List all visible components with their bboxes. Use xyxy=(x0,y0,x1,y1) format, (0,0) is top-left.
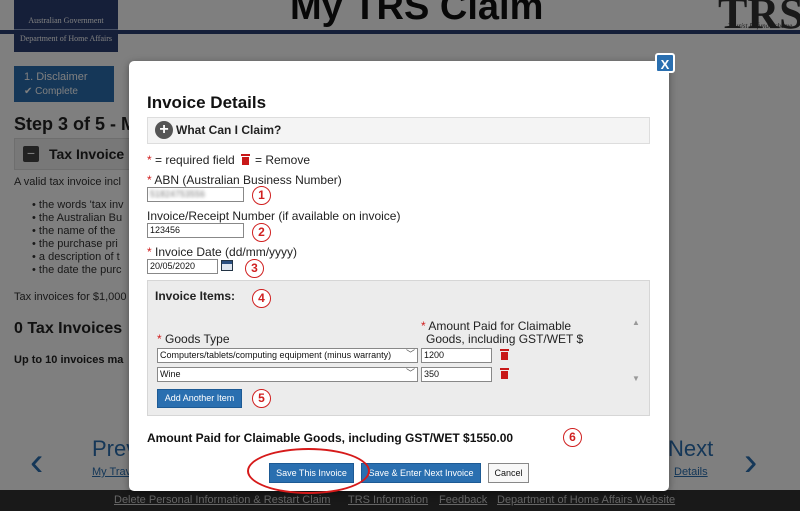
modal-title: Invoice Details xyxy=(147,93,267,112)
invoice-items-heading: Invoice Items: xyxy=(155,289,236,303)
amount-label-line2: Goods, including GST/WET $ xyxy=(426,332,584,346)
trash-icon xyxy=(241,154,250,165)
highlight-ellipse xyxy=(247,448,370,494)
scroll-down-icon[interactable]: ▼ xyxy=(632,374,640,383)
abn-input[interactable]: 51824753556 xyxy=(147,187,244,202)
invoice-date-label: * Invoice Date (dd/mm/yyyy) xyxy=(147,245,298,259)
close-button[interactable]: X xyxy=(655,53,675,73)
chevron-down-icon: ﹀ xyxy=(405,368,415,378)
annotation-3: 3 xyxy=(245,259,264,278)
add-another-item-button[interactable]: Add Another Item xyxy=(157,389,242,408)
remove-item-1-icon[interactable] xyxy=(500,349,509,360)
amount-input-2[interactable]: 350 xyxy=(421,367,492,382)
annotation-1: 1 xyxy=(252,186,271,205)
invoice-number-label: Invoice/Receipt Number (if available on … xyxy=(147,209,401,223)
invoice-date-input[interactable]: 20/05/2020 xyxy=(147,259,218,274)
abn-label: * ABN (Australian Business Number) xyxy=(147,173,342,187)
save-enter-next-button[interactable]: Save & Enter Next Invoice xyxy=(361,463,481,483)
legend: * = required field xyxy=(147,153,235,167)
scroll-up-icon[interactable]: ▲ xyxy=(632,318,640,327)
annotation-2: 2 xyxy=(252,223,271,242)
legend-remove: = Remove xyxy=(255,153,311,167)
what-can-i-claim-label[interactable]: What Can I Claim? xyxy=(176,123,281,137)
remove-item-2-icon[interactable] xyxy=(500,368,509,379)
expand-plus-icon[interactable]: + xyxy=(155,121,173,139)
goods-type-select-2[interactable]: Wine ﹀ xyxy=(157,367,418,382)
amount-label: * Amount Paid for Claimable xyxy=(421,319,572,333)
total-amount: Amount Paid for Claimable Goods, includi… xyxy=(147,431,514,445)
goods-type-select-1[interactable]: Computers/tablets/computing equipment (m… xyxy=(157,348,418,363)
chevron-down-icon: ﹀ xyxy=(405,349,415,359)
goods-type-label: * Goods Type xyxy=(157,332,230,346)
annotation-6: 6 xyxy=(563,428,582,447)
invoice-number-input[interactable]: 123456 xyxy=(147,223,244,238)
amount-input-1[interactable]: 1200 xyxy=(421,348,492,363)
cancel-button[interactable]: Cancel xyxy=(488,463,529,483)
annotation-4: 4 xyxy=(252,289,271,308)
calendar-icon[interactable] xyxy=(221,260,233,271)
annotation-5: 5 xyxy=(252,389,271,408)
